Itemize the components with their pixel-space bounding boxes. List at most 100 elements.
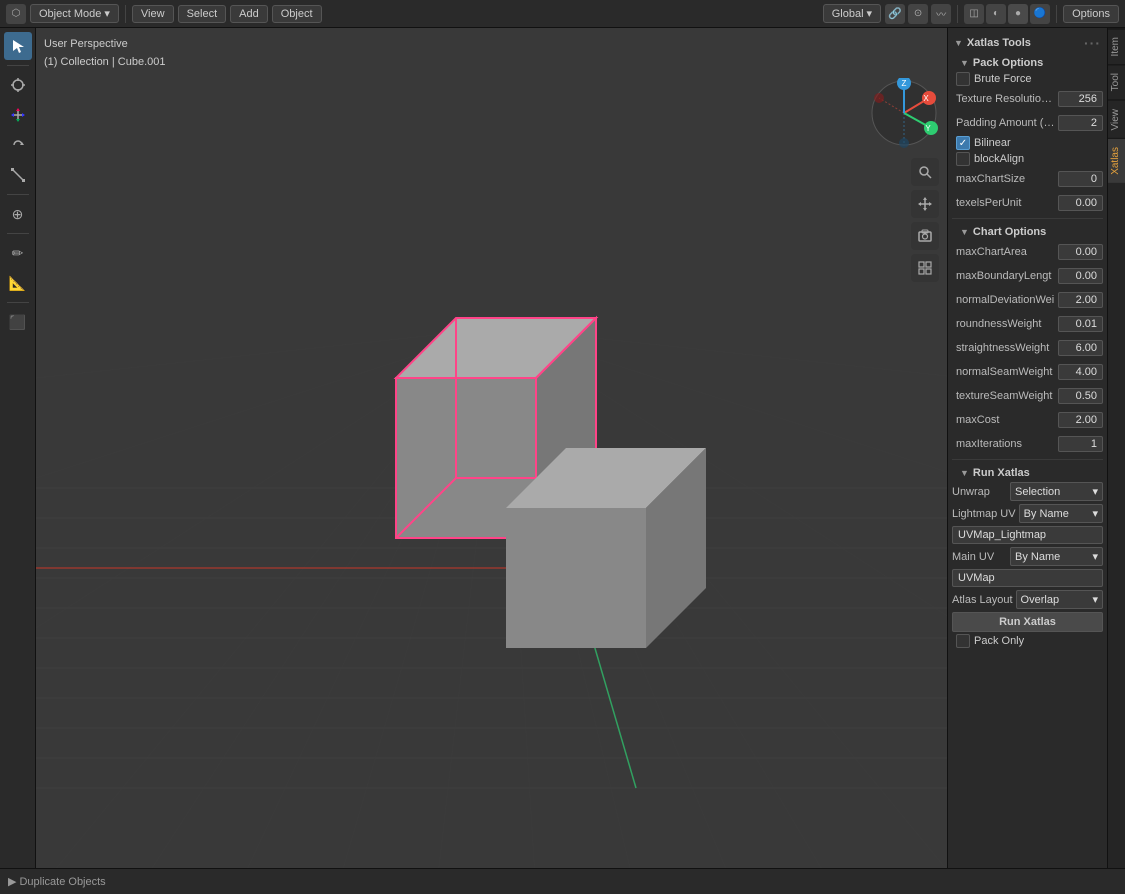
editor-type-icon[interactable]: ⬡ [6,4,26,24]
chart-value-5[interactable]: 4.00 [1058,364,1103,380]
lightmap-uv-name[interactable]: UVMap_Lightmap [952,526,1103,544]
pan-icon-btn[interactable] [911,190,939,218]
chart-value-1[interactable]: 0.00 [1058,268,1103,284]
chart-label-8: maxIterations [952,438,1058,450]
pack-options-arrow: ▼ [960,58,969,68]
object-mode-dropdown[interactable]: Object Mode ▾ [30,4,119,23]
pack-options-header[interactable]: ▼ Pack Options [952,54,1103,72]
pack-only-row[interactable]: Pack Only [952,634,1103,648]
object-menu[interactable]: Object [272,5,322,23]
main-uv-label: Main UV [952,551,1007,563]
run-xatlas-title: Run Xatlas [973,467,1030,479]
left-toolbar: ⊕ ✏ 📐 ⬛ [0,28,36,868]
unwrap-dropdown[interactable]: Selection ▾ [1010,482,1103,501]
3d-cubes-svg [336,228,736,678]
texture-resolution-value[interactable]: 256 [1058,91,1103,107]
viewport[interactable]: .grid-h { stroke: #4a4a4a; stroke-width:… [36,28,947,868]
atlas-layout-dropdown[interactable]: Overlap ▾ [1016,590,1103,609]
brute-force-checkbox[interactable] [956,72,970,86]
max-chart-size-value[interactable]: 0 [1058,171,1103,187]
chart-value-8[interactable]: 1 [1058,436,1103,452]
add-cube-btn[interactable]: ⬛ [4,308,32,336]
chart-label-0: maxChartArea [952,246,1058,258]
toolbar-sep-4 [7,302,29,303]
chart-value-6[interactable]: 0.50 [1058,388,1103,404]
rotate-tool-btn[interactable] [4,131,32,159]
panel-tabs: Item Tool View Xatlas [1107,28,1125,868]
duplicate-objects-item[interactable]: ▶ Duplicate Objects [8,875,106,888]
cursor-tool-btn[interactable] [4,71,32,99]
move-tool-btn[interactable] [4,101,32,129]
sep3 [1056,5,1057,23]
global-dropdown[interactable]: Global ▾ [823,4,881,23]
run-xatlas-header[interactable]: ▼ Run Xatlas [952,464,1103,482]
main-uv-dropdown[interactable]: By Name ▾ [1010,547,1103,566]
zoom-icon-btn[interactable] [911,158,939,186]
brute-force-row[interactable]: Brute Force [952,72,1103,86]
chart-value-7[interactable]: 2.00 [1058,412,1103,428]
bilinear-row[interactable]: ✓ Bilinear [952,136,1103,150]
chart-label-3: roundnessWeight [952,318,1058,330]
chart-row-5: normalSeamWeight 4.00 [952,361,1103,383]
chart-label-4: straightnessWeight [952,342,1058,354]
select-menu[interactable]: Select [178,5,227,23]
block-align-row[interactable]: blockAlign [952,152,1103,166]
viewport-shading-2[interactable]: ◐ [986,4,1006,24]
camera-icon-btn[interactable] [911,222,939,250]
svg-text:X: X [923,94,929,103]
measure-tool-btn[interactable]: 📐 [4,269,32,297]
tab-view[interactable]: View [1108,100,1125,139]
lightmap-uv-row: Lightmap UV By Name ▾ [952,504,1103,523]
add-menu[interactable]: Add [230,5,268,23]
lightmap-uv-dropdown[interactable]: By Name ▾ [1019,504,1103,523]
chart-options-rows: maxChartArea 0.00 maxBoundaryLengt 0.00 … [952,241,1103,455]
chart-row-4: straightnessWeight 6.00 [952,337,1103,359]
grid-icon-btn[interactable] [911,254,939,282]
run-xatlas-arrow: ▼ [960,468,969,478]
texture-resolution-label: Texture Resolution (p [952,93,1058,105]
unwrap-row: Unwrap Selection ▾ [952,482,1103,501]
padding-amount-value[interactable]: 2 [1058,115,1103,131]
chart-row-7: maxCost 2.00 [952,409,1103,431]
chart-value-3[interactable]: 0.01 [1058,316,1103,332]
right-panel: ▼ Xatlas Tools ··· ▼ Pack Options Brute … [947,28,1125,868]
pack-options-title: Pack Options [973,57,1043,69]
atlas-layout-row: Atlas Layout Overlap ▾ [952,590,1103,609]
bilinear-checkbox[interactable]: ✓ [956,136,970,150]
xatlas-title: Xatlas Tools [967,37,1031,49]
falloff-icon[interactable]: 〰 [931,4,951,24]
pack-only-checkbox[interactable] [956,634,970,648]
tab-item[interactable]: Item [1108,28,1125,64]
nav-gizmo[interactable]: X Y Z [869,78,939,148]
chart-row-2: normalDeviationWei 2.00 [952,289,1103,311]
snap-icon[interactable]: 🔗 [885,4,905,24]
tab-tool[interactable]: Tool [1108,64,1125,99]
chart-value-0[interactable]: 0.00 [1058,244,1103,260]
proportional-icon[interactable]: ⊙ [908,4,928,24]
scale-tool-btn[interactable] [4,161,32,189]
viewport-shading-3[interactable]: ● [1008,4,1028,24]
svg-text:Y: Y [925,124,931,133]
duplicate-objects-label: Duplicate Objects [19,876,105,888]
viewport-shading-4[interactable]: 🔵 [1030,4,1050,24]
main-uv-name[interactable]: UVMap [952,569,1103,587]
svg-text:Z: Z [902,79,907,88]
texels-per-unit-value[interactable]: 0.00 [1058,195,1103,211]
tab-xatlas[interactable]: Xatlas [1108,138,1125,183]
block-align-checkbox[interactable] [956,152,970,166]
top-bar: ⬡ Object Mode ▾ View Select Add Object G… [0,0,1125,28]
options-btn[interactable]: Options [1063,5,1119,23]
xatlas-header[interactable]: ▼ Xatlas Tools ··· [952,32,1103,54]
viewport-shading-1[interactable]: ◫ [964,4,984,24]
chart-value-2[interactable]: 2.00 [1058,292,1103,308]
view-menu[interactable]: View [132,5,174,23]
transform-tool-btn[interactable]: ⊕ [4,200,32,228]
run-xatlas-button[interactable]: Run Xatlas [952,612,1103,632]
atlas-layout-value: Overlap [1021,594,1060,606]
chart-value-4[interactable]: 6.00 [1058,340,1103,356]
annotate-tool-btn[interactable]: ✏ [4,239,32,267]
chart-options-header[interactable]: ▼ Chart Options [952,223,1103,241]
chart-label-7: maxCost [952,414,1058,426]
select-tool-btn[interactable] [4,32,32,60]
sep2 [957,5,958,23]
